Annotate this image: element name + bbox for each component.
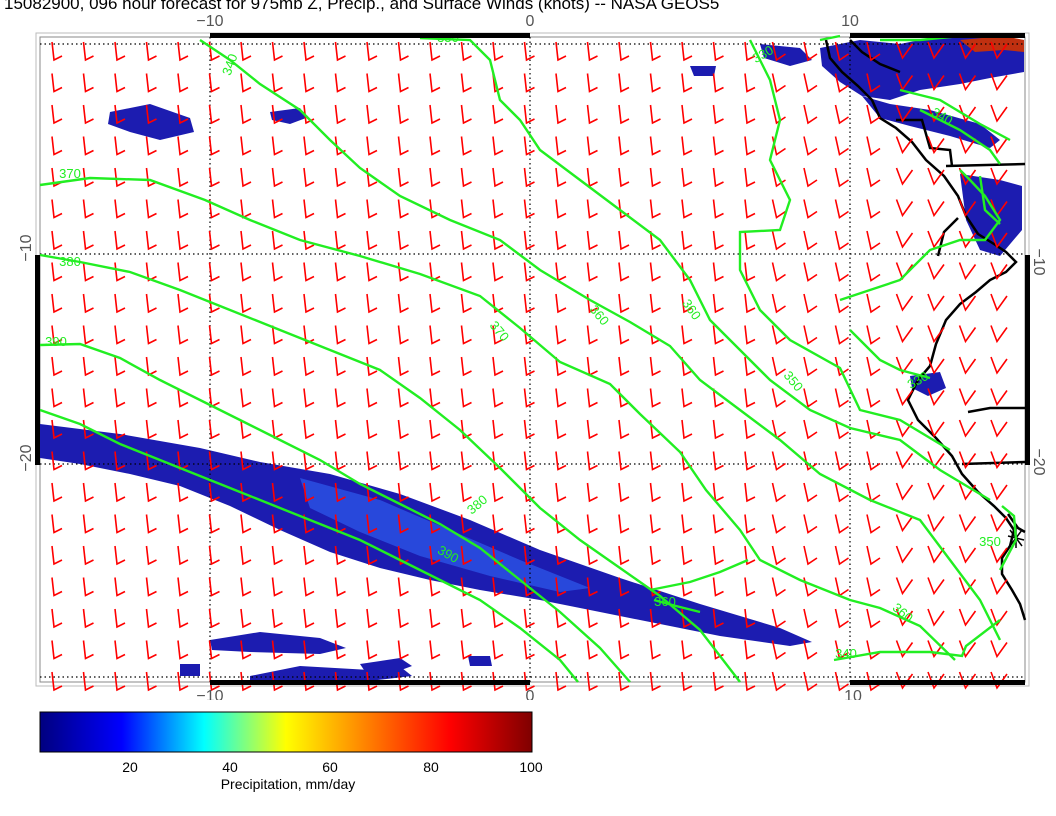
top-tick-label: −10 xyxy=(196,13,223,30)
contour-label: 380 xyxy=(59,254,81,269)
colorbar-tick: 100 xyxy=(519,759,543,775)
forecast-map: 3403503703803903603703603503303403803903… xyxy=(18,13,1047,700)
colorbar-tick: 60 xyxy=(322,759,338,775)
top-tick-label: 0 xyxy=(526,13,535,30)
contour-label: 390 xyxy=(45,334,67,349)
bottom-axis-bar-right xyxy=(850,680,1025,685)
colorbar-tick: 80 xyxy=(423,759,439,775)
contour-label: 350 xyxy=(979,534,1001,549)
precip-area xyxy=(468,656,492,666)
precip-area xyxy=(180,664,200,676)
colorbar-tick: 40 xyxy=(222,759,238,775)
bottom-tick-label: 10 xyxy=(844,688,862,700)
top-axis-bar xyxy=(210,33,530,38)
right-tick-label: −10 xyxy=(1030,248,1047,275)
contour-label: 370 xyxy=(59,166,81,181)
precip-area xyxy=(690,66,716,76)
contour-label: 340 xyxy=(835,646,857,661)
top-tick-label: 10 xyxy=(841,13,859,30)
left-tick-label: −10 xyxy=(18,234,35,261)
colorbar-tick: 20 xyxy=(122,759,138,775)
left-axis-bar xyxy=(35,255,40,465)
bottom-tick-label: −10 xyxy=(196,688,223,700)
colorbar-label: Precipitation, mm/day xyxy=(221,776,356,792)
right-axis-bar xyxy=(1025,255,1030,465)
right-tick-label: −20 xyxy=(1030,448,1047,475)
colorbar-gradient xyxy=(39,711,533,753)
colorbar: 20 40 60 80 100 Precipitation, mm/day xyxy=(39,711,543,792)
left-tick-label: −20 xyxy=(18,444,35,471)
bottom-tick-label: 0 xyxy=(526,688,535,700)
bottom-axis-bar xyxy=(210,680,530,685)
contour-label: 360 xyxy=(654,594,676,609)
top-axis-bar-right xyxy=(850,33,1025,38)
